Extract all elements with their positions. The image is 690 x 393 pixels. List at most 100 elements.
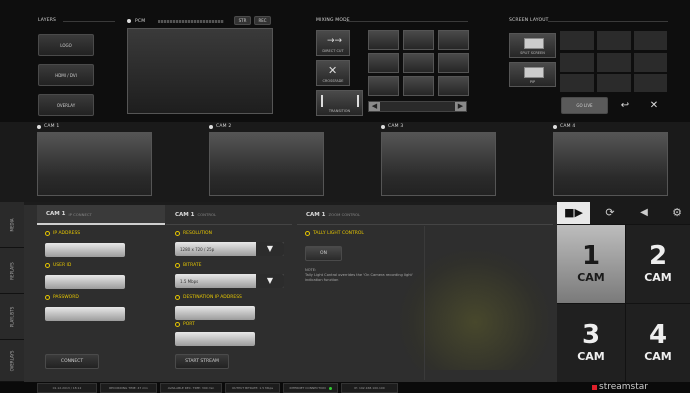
camera-1-header: CAM 1 bbox=[37, 124, 59, 129]
destination-ip-input[interactable] bbox=[175, 306, 255, 320]
pip-icon bbox=[524, 67, 544, 78]
ip-connect-title: IP CONNECT bbox=[68, 211, 92, 217]
direct-cut-button[interactable]: →→ DIRECT CUT bbox=[316, 30, 350, 56]
tally-light-text: TALLY LIGHT CONTROL bbox=[313, 231, 364, 236]
crossfade-button[interactable]: ✕ CROSSFADE bbox=[316, 60, 350, 86]
cam-1-select-button[interactable]: 1 CAM bbox=[557, 225, 625, 303]
bitrate-dropdown-icon[interactable]: ▼ bbox=[256, 274, 284, 288]
go-live-button[interactable]: GO LIVE bbox=[561, 97, 608, 114]
control-cam: CAM 1 bbox=[175, 211, 195, 218]
transition-button[interactable]: TRANSITION bbox=[316, 90, 363, 116]
camera-4-label: CAM 4 bbox=[560, 124, 576, 129]
cam-4-select-button[interactable]: 4 CAM bbox=[626, 304, 690, 382]
pcm-str-button[interactable]: STR bbox=[234, 16, 251, 25]
split-screen-label: SPLIT SCREEN bbox=[520, 51, 545, 55]
layers-divider bbox=[63, 21, 115, 22]
ip-address-input[interactable] bbox=[45, 243, 125, 257]
tab-overlays[interactable]: OVERLAYS bbox=[0, 340, 24, 382]
resolution-dropdown-icon[interactable]: ▼ bbox=[256, 242, 284, 256]
camera-1-preview[interactable] bbox=[37, 132, 152, 196]
wipe-pattern-1[interactable] bbox=[368, 30, 399, 50]
cam-2-select-button[interactable]: 2 CAM bbox=[626, 225, 690, 303]
resolution-radio-icon bbox=[175, 231, 180, 236]
port-input[interactable] bbox=[175, 332, 255, 346]
bitrate-select[interactable]: 1.5 Mbps ▼ bbox=[175, 274, 284, 288]
layout-preset-grid[interactable] bbox=[560, 31, 667, 92]
slider-right-arrow-icon[interactable]: ▶ bbox=[455, 102, 466, 111]
wipe-pattern-4[interactable] bbox=[368, 53, 399, 73]
tab-media-label: MEDIA bbox=[9, 218, 15, 231]
close-icon[interactable]: ✕ bbox=[645, 99, 663, 112]
port-text: PORT bbox=[183, 322, 195, 327]
pcm-rec-button[interactable]: REC bbox=[254, 16, 271, 25]
pcm-audio-meter bbox=[158, 20, 224, 23]
wipe-pattern-9[interactable] bbox=[438, 76, 469, 96]
ip-address-radio-icon bbox=[45, 231, 50, 236]
mixing-mode-title: MIXING MODE bbox=[316, 18, 350, 23]
layer-logo-button[interactable]: LOGO bbox=[38, 34, 94, 56]
tab-media[interactable]: MEDIA bbox=[0, 202, 24, 248]
tally-light-radio-icon bbox=[305, 231, 310, 236]
status-output-bitrate: OUTPUT BITRATE: 1.5 Mbps bbox=[225, 383, 280, 393]
wipe-pattern-8[interactable] bbox=[403, 76, 434, 96]
cam-1-number: 1 bbox=[581, 241, 601, 271]
cam-1-label: CAM bbox=[577, 271, 605, 284]
split-screen-button[interactable]: SPLIT SCREEN bbox=[509, 33, 556, 58]
transition-speed-slider[interactable]: ◀ ▶ bbox=[368, 101, 467, 112]
status-internet-text: INTERNET CONNECTION bbox=[289, 386, 326, 390]
wipe-pattern-3[interactable] bbox=[438, 30, 469, 50]
tab-replays[interactable]: REPLAYS bbox=[0, 248, 24, 294]
gear-icon[interactable]: ⚙ bbox=[664, 202, 690, 224]
camera-3-preview[interactable] bbox=[381, 132, 496, 196]
slider-left-arrow-icon[interactable]: ◀ bbox=[369, 102, 380, 111]
cam-3-label: CAM bbox=[577, 350, 605, 363]
camera-4-preview[interactable] bbox=[553, 132, 668, 196]
tally-light-label: TALLY LIGHT CONTROL bbox=[305, 231, 364, 236]
zoom-control-cam: CAM 1 bbox=[306, 211, 326, 218]
layer-hdmi-button[interactable]: HDMI / DVI bbox=[38, 64, 94, 86]
wipe-pattern-6[interactable] bbox=[438, 53, 469, 73]
wipe-pattern-2[interactable] bbox=[403, 30, 434, 50]
port-label: PORT bbox=[175, 322, 195, 327]
connect-button[interactable]: CONNECT bbox=[45, 354, 99, 369]
cam-2-number: 2 bbox=[648, 241, 668, 271]
status-available-time: AVAILABLE REC. TIME: 390 min bbox=[160, 383, 222, 393]
camera-2-preview[interactable] bbox=[209, 132, 324, 196]
camera-2-dot-icon bbox=[209, 124, 213, 129]
bitrate-label: BITRATE bbox=[175, 263, 201, 268]
destination-ip-text: DESTINATION IP ADDRESS bbox=[183, 295, 242, 300]
direct-cut-icon: →→ bbox=[327, 36, 343, 46]
pip-button[interactable]: PIP bbox=[509, 62, 556, 87]
screen-layout-title: SCREEN LAYOUT bbox=[509, 18, 549, 23]
ip-connect-cam: CAM 1 bbox=[46, 211, 66, 217]
tab-playlists[interactable]: PLAYLISTS bbox=[0, 294, 24, 340]
layer-overlay-button[interactable]: OVERLAY bbox=[38, 94, 94, 116]
user-id-label: USER ID bbox=[45, 263, 71, 268]
camera-2-header: CAM 2 bbox=[209, 124, 231, 129]
camera-3-label: CAM 3 bbox=[388, 124, 404, 129]
zoom-control-title: ZOOM CONTROL bbox=[328, 212, 361, 217]
undo-icon[interactable]: ↩ bbox=[616, 99, 634, 112]
wipe-pattern-5[interactable] bbox=[403, 53, 434, 73]
password-input[interactable] bbox=[45, 307, 125, 321]
refresh-icon[interactable]: ⟳ bbox=[596, 202, 624, 224]
cam-3-number: 3 bbox=[581, 320, 601, 350]
start-stream-button[interactable]: START STREAM bbox=[175, 354, 229, 369]
user-id-input[interactable] bbox=[45, 275, 125, 289]
user-id-radio-icon bbox=[45, 263, 50, 268]
bitrate-value: 1.5 Mbps bbox=[180, 278, 199, 284]
pip-label: PIP bbox=[529, 80, 536, 84]
tally-on-button[interactable]: ON bbox=[305, 246, 342, 261]
camera-4-header: CAM 4 bbox=[553, 124, 575, 129]
camera-3-header: CAM 3 bbox=[381, 124, 403, 129]
wipe-pattern-7[interactable] bbox=[368, 76, 399, 96]
camera-tab-icon[interactable]: ■▶ bbox=[557, 202, 590, 224]
resolution-select[interactable]: 1280 x 720 / 25p ▼ bbox=[175, 242, 284, 256]
cam-3-select-button[interactable]: 3 CAM bbox=[557, 304, 625, 382]
cam-2-label: CAM bbox=[644, 271, 672, 284]
tab-playlists-label: PLAYLISTS bbox=[9, 306, 15, 327]
crossfade-icon: ✕ bbox=[328, 64, 338, 77]
pcm-header: PCM bbox=[127, 16, 145, 26]
speaker-icon[interactable]: ◀ bbox=[630, 202, 658, 224]
tally-note: NOTE: Tally Light Control overrides the … bbox=[305, 268, 413, 282]
